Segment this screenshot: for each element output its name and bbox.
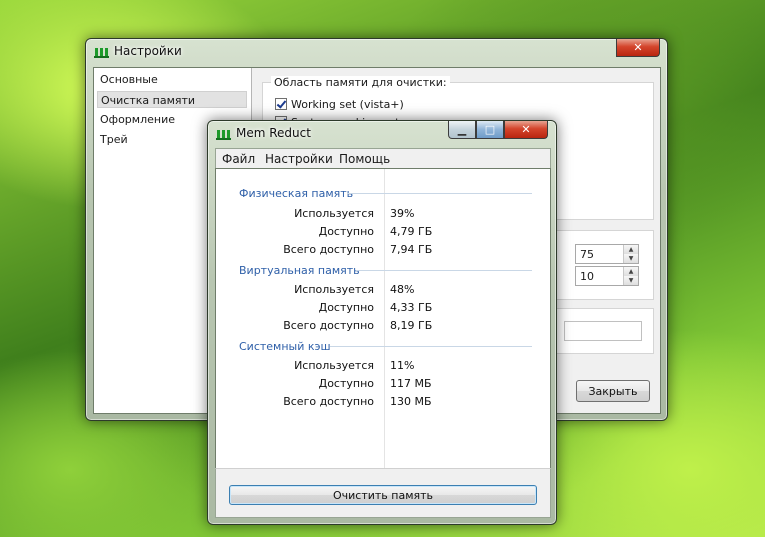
row-value: 11% bbox=[390, 359, 415, 372]
memory-chip-icon bbox=[216, 130, 231, 140]
memory-info-list: Физическая память Используется 39% Досту… bbox=[215, 168, 551, 470]
row-label: Доступно bbox=[318, 225, 374, 238]
section-divider bbox=[347, 193, 532, 194]
settings-titlebar[interactable]: Настройки ✕ bbox=[86, 39, 667, 65]
minimize-icon: ▁ bbox=[457, 123, 467, 136]
settings-close-button[interactable]: ✕ bbox=[616, 39, 660, 57]
checkmark-icon[interactable] bbox=[275, 98, 287, 110]
memreduct-close-button[interactable]: ✕ bbox=[504, 121, 548, 139]
row-label: Всего доступно bbox=[283, 319, 374, 332]
row-value: 130 МБ bbox=[390, 395, 432, 408]
hotkey-field[interactable] bbox=[564, 321, 642, 341]
section-divider bbox=[330, 346, 532, 347]
row-value: 4,33 ГБ bbox=[390, 301, 433, 314]
spin-down-button[interactable]: ▼ bbox=[624, 254, 638, 263]
checkbox-working-set[interactable]: Working set (vista+) bbox=[275, 97, 404, 111]
close-icon: ✕ bbox=[633, 41, 643, 54]
column-divider bbox=[384, 169, 385, 469]
row-value: 4,79 ГБ bbox=[390, 225, 433, 238]
row-value: 8,19 ГБ bbox=[390, 319, 433, 332]
row-label: Используется bbox=[294, 207, 374, 220]
memreduct-titlebar[interactable]: Mem Reduct ▁ □ ✕ bbox=[208, 121, 556, 147]
row-value: 7,94 ГБ bbox=[390, 243, 433, 256]
row-value: 48% bbox=[390, 283, 415, 296]
menu-bar: Файл Настройки Помощь bbox=[215, 148, 551, 169]
spin-down-button[interactable]: ▼ bbox=[624, 276, 638, 285]
maximize-icon: □ bbox=[484, 123, 496, 136]
up-down-arrow-icon: ▲ ▼ bbox=[623, 245, 638, 263]
close-icon: ✕ bbox=[521, 123, 531, 136]
section-title-physical: Физическая память bbox=[239, 187, 354, 200]
maximize-button[interactable]: □ bbox=[476, 121, 504, 139]
section-title-system-cache: Системный кэш bbox=[239, 340, 331, 353]
section-title-virtual: Виртуальная память bbox=[239, 264, 360, 277]
memory-area-group-title: Область памяти для очистки: bbox=[271, 76, 450, 89]
row-label: Используется bbox=[294, 283, 374, 296]
row-value: 117 МБ bbox=[390, 377, 432, 390]
memreduct-title: Mem Reduct bbox=[236, 126, 311, 140]
minimize-button[interactable]: ▁ bbox=[448, 121, 476, 139]
menu-settings[interactable]: Настройки bbox=[265, 152, 333, 166]
row-label: Всего доступно bbox=[283, 395, 374, 408]
section-divider bbox=[356, 270, 532, 271]
checkbox-working-set-label: Working set (vista+) bbox=[291, 97, 404, 111]
interval-spinner-value: 10 bbox=[580, 270, 594, 283]
memory-chip-icon bbox=[94, 48, 109, 58]
threshold-spinner[interactable]: 75 ▲ ▼ bbox=[575, 244, 639, 264]
row-label: Используется bbox=[294, 359, 374, 372]
nav-item-memory-cleaning[interactable]: Очистка памяти bbox=[97, 91, 247, 108]
row-label: Доступно bbox=[318, 377, 374, 390]
close-settings-button[interactable]: Закрыть bbox=[576, 380, 650, 402]
menu-file[interactable]: Файл bbox=[222, 152, 255, 166]
threshold-spinner-value: 75 bbox=[580, 248, 594, 261]
nav-item-general[interactable]: Основные bbox=[97, 71, 247, 88]
settings-title: Настройки bbox=[114, 44, 182, 58]
menu-help[interactable]: Помощь bbox=[339, 152, 390, 166]
interval-spinner[interactable]: 10 ▲ ▼ bbox=[575, 266, 639, 286]
clean-memory-button[interactable]: Очистить память bbox=[229, 485, 537, 505]
up-down-arrow-icon: ▲ ▼ bbox=[623, 267, 638, 285]
row-value: 39% bbox=[390, 207, 415, 220]
action-bar: Очистить память bbox=[215, 468, 551, 518]
memreduct-window: Mem Reduct ▁ □ ✕ Файл Настройки Помощь Ф… bbox=[207, 120, 557, 525]
row-label: Доступно bbox=[318, 301, 374, 314]
row-label: Всего доступно bbox=[283, 243, 374, 256]
